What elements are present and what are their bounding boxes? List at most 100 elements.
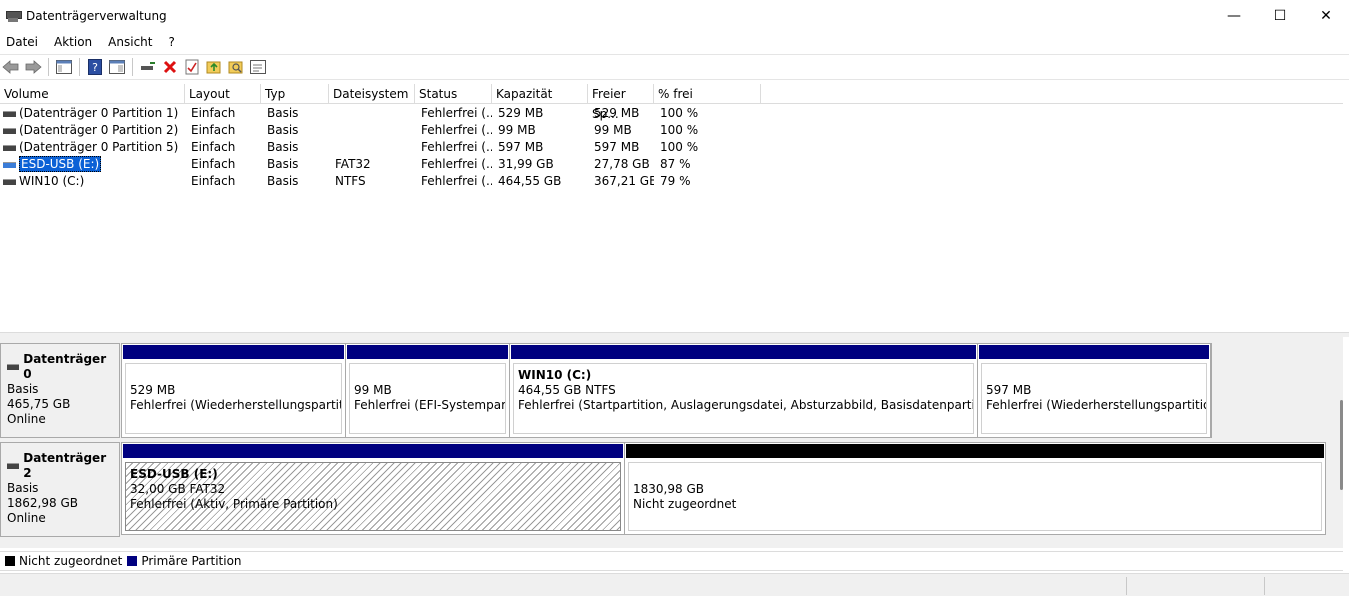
volume-row[interactable]: (Datenträger 0 Partition 1) Einfach Basi… <box>0 105 1343 122</box>
volume-name: (Datenträger 0 Partition 5) <box>19 140 179 154</box>
volume-type: Basis <box>267 106 299 120</box>
disk-size: 465,75 GB <box>7 397 71 411</box>
column-header-kapazitaet[interactable]: Kapazität <box>492 84 588 104</box>
disk-2-partitions: ESD-USB (E:) 32,00 GB FAT32 Fehlerfrei (… <box>121 442 1326 535</box>
disk-name: Datenträger 2 <box>23 451 107 480</box>
volume-filesystem <box>329 122 415 139</box>
disk-icon <box>7 463 20 469</box>
column-header-volume[interactable]: Volume <box>0 84 185 104</box>
maximize-button[interactable]: ☐ <box>1257 0 1303 32</box>
volume-name: WIN10 (C:) <box>19 174 85 188</box>
disk-icon <box>7 364 20 370</box>
menu-help[interactable]: ? <box>162 35 182 49</box>
volume-name: (Datenträger 0 Partition 1) <box>19 106 179 120</box>
volume-free-space: 27,78 GB <box>594 157 650 171</box>
volume-name: (Datenträger 0 Partition 2) <box>19 123 179 137</box>
back-icon[interactable] <box>0 56 22 78</box>
volume-icon <box>3 178 16 185</box>
toolbar-separator <box>79 58 80 76</box>
status-bar <box>0 573 1349 596</box>
window-controls: — ☐ ✕ <box>1211 0 1349 32</box>
menu-bar: Datei Aktion Ansicht ? <box>0 32 1349 52</box>
partition-color-bar <box>123 345 344 359</box>
column-header-layout[interactable]: Layout <box>185 84 261 104</box>
partition-size: 597 MB <box>986 383 1032 397</box>
partition-size: 32,00 GB FAT32 <box>130 482 226 496</box>
volume-row[interactable]: WIN10 (C:) Einfach Basis NTFS Fehlerfrei… <box>0 173 1343 190</box>
column-header-status[interactable]: Status <box>415 84 492 104</box>
partition-status: Fehlerfrei (Wiederherstellungspartition) <box>130 398 342 412</box>
volume-layout: Einfach <box>191 123 236 137</box>
column-header-prozent-frei[interactable]: % frei <box>654 84 761 104</box>
column-header-dateisystem[interactable]: Dateisystem <box>329 84 415 104</box>
volume-capacity: 31,99 GB <box>498 157 554 171</box>
disk-type: Basis <box>7 481 39 495</box>
volume-row[interactable]: (Datenträger 0 Partition 2) Einfach Basi… <box>0 122 1343 139</box>
column-header-freier-speicher[interactable]: Freier Sp... <box>588 84 654 121</box>
volume-icon <box>3 144 16 151</box>
volume-capacity: 464,55 GB <box>498 174 562 188</box>
disk-type: Basis <box>7 382 39 396</box>
legend-swatch-unallocated <box>5 556 15 566</box>
volume-type: Basis <box>267 174 299 188</box>
volume-type: Basis <box>267 140 299 154</box>
volume-icon <box>3 127 16 134</box>
partition-color-bar <box>347 345 508 359</box>
menu-aktion[interactable]: Aktion <box>48 35 100 49</box>
unallocated-block[interactable]: 1830,98 GB Nicht zugeordnet <box>625 443 1325 534</box>
volume-type: Basis <box>267 157 299 171</box>
volume-layout: Einfach <box>191 174 236 188</box>
legend: Nicht zugeordnet Primäre Partition <box>0 551 1343 571</box>
partition-color-bar <box>979 345 1209 359</box>
partition-color-bar <box>626 444 1324 458</box>
partition-color-bar <box>123 444 623 458</box>
disk-2-label[interactable]: Datenträger 2 Basis 1862,98 GB Online <box>0 442 120 537</box>
volume-row[interactable]: (Datenträger 0 Partition 5) Einfach Basi… <box>0 139 1343 156</box>
disk-state: Online <box>7 511 46 525</box>
forward-icon[interactable] <box>22 56 44 78</box>
partition-block[interactable]: 99 MB Fehlerfrei (EFI-Systempartition) <box>346 344 510 437</box>
partition-block-selected[interactable]: ESD-USB (E:) 32,00 GB FAT32 Fehlerfrei (… <box>122 443 625 534</box>
window-icon[interactable] <box>247 56 269 78</box>
status-bar-divider <box>1126 577 1127 595</box>
column-header-typ[interactable]: Typ <box>261 84 329 104</box>
volume-percent-free: 79 % <box>660 174 691 188</box>
toolbar: ? <box>0 54 1349 80</box>
volume-percent-free: 100 % <box>660 140 699 154</box>
partition-size: 99 MB <box>354 383 392 397</box>
menu-ansicht[interactable]: Ansicht <box>102 35 160 49</box>
legend-label: Nicht zugeordnet <box>19 554 123 568</box>
volume-status: Fehlerfrei (... <box>421 140 492 154</box>
volume-filesystem <box>329 139 415 156</box>
status-bar-divider <box>1264 577 1265 595</box>
properties-view-icon[interactable] <box>106 56 128 78</box>
menu-datei[interactable]: Datei <box>0 35 46 49</box>
partition-size: 529 MB <box>130 383 176 397</box>
search-folder-icon[interactable] <box>225 56 247 78</box>
partition-size: 1830,98 GB <box>633 482 704 496</box>
disk-management-app-icon <box>6 9 22 23</box>
disk-view-scrollbar[interactable] <box>1340 400 1343 490</box>
volume-percent-free: 87 % <box>660 157 691 171</box>
volume-filesystem <box>329 105 415 122</box>
console-tree-icon[interactable] <box>53 56 75 78</box>
delete-icon[interactable] <box>159 56 181 78</box>
partition-color-bar <box>511 345 976 359</box>
volume-name: ESD-USB (E:) <box>19 156 102 172</box>
volume-row-selected[interactable]: ESD-USB (E:) Einfach Basis FAT32 Fehlerf… <box>0 156 1343 173</box>
volume-free-space: 367,21 GB <box>594 174 654 188</box>
close-button[interactable]: ✕ <box>1303 0 1349 32</box>
connect-icon[interactable] <box>137 56 159 78</box>
volume-percent-free: 100 % <box>660 106 699 120</box>
partition-block[interactable]: 597 MB Fehlerfrei (Wiederherstellungspar… <box>978 344 1211 437</box>
folder-up-icon[interactable] <box>203 56 225 78</box>
disk-0-label[interactable]: Datenträger 0 Basis 465,75 GB Online <box>0 343 120 438</box>
help-icon[interactable]: ? <box>84 56 106 78</box>
check-icon[interactable] <box>181 56 203 78</box>
minimize-button[interactable]: — <box>1211 0 1257 32</box>
partition-block[interactable]: WIN10 (C:) 464,55 GB NTFS Fehlerfrei (St… <box>510 344 978 437</box>
partition-block[interactable]: 529 MB Fehlerfrei (Wiederherstellungspar… <box>122 344 346 437</box>
partition-name: ESD-USB (E:) <box>130 467 218 481</box>
volume-capacity: 99 MB <box>498 123 536 137</box>
volume-layout: Einfach <box>191 106 236 120</box>
